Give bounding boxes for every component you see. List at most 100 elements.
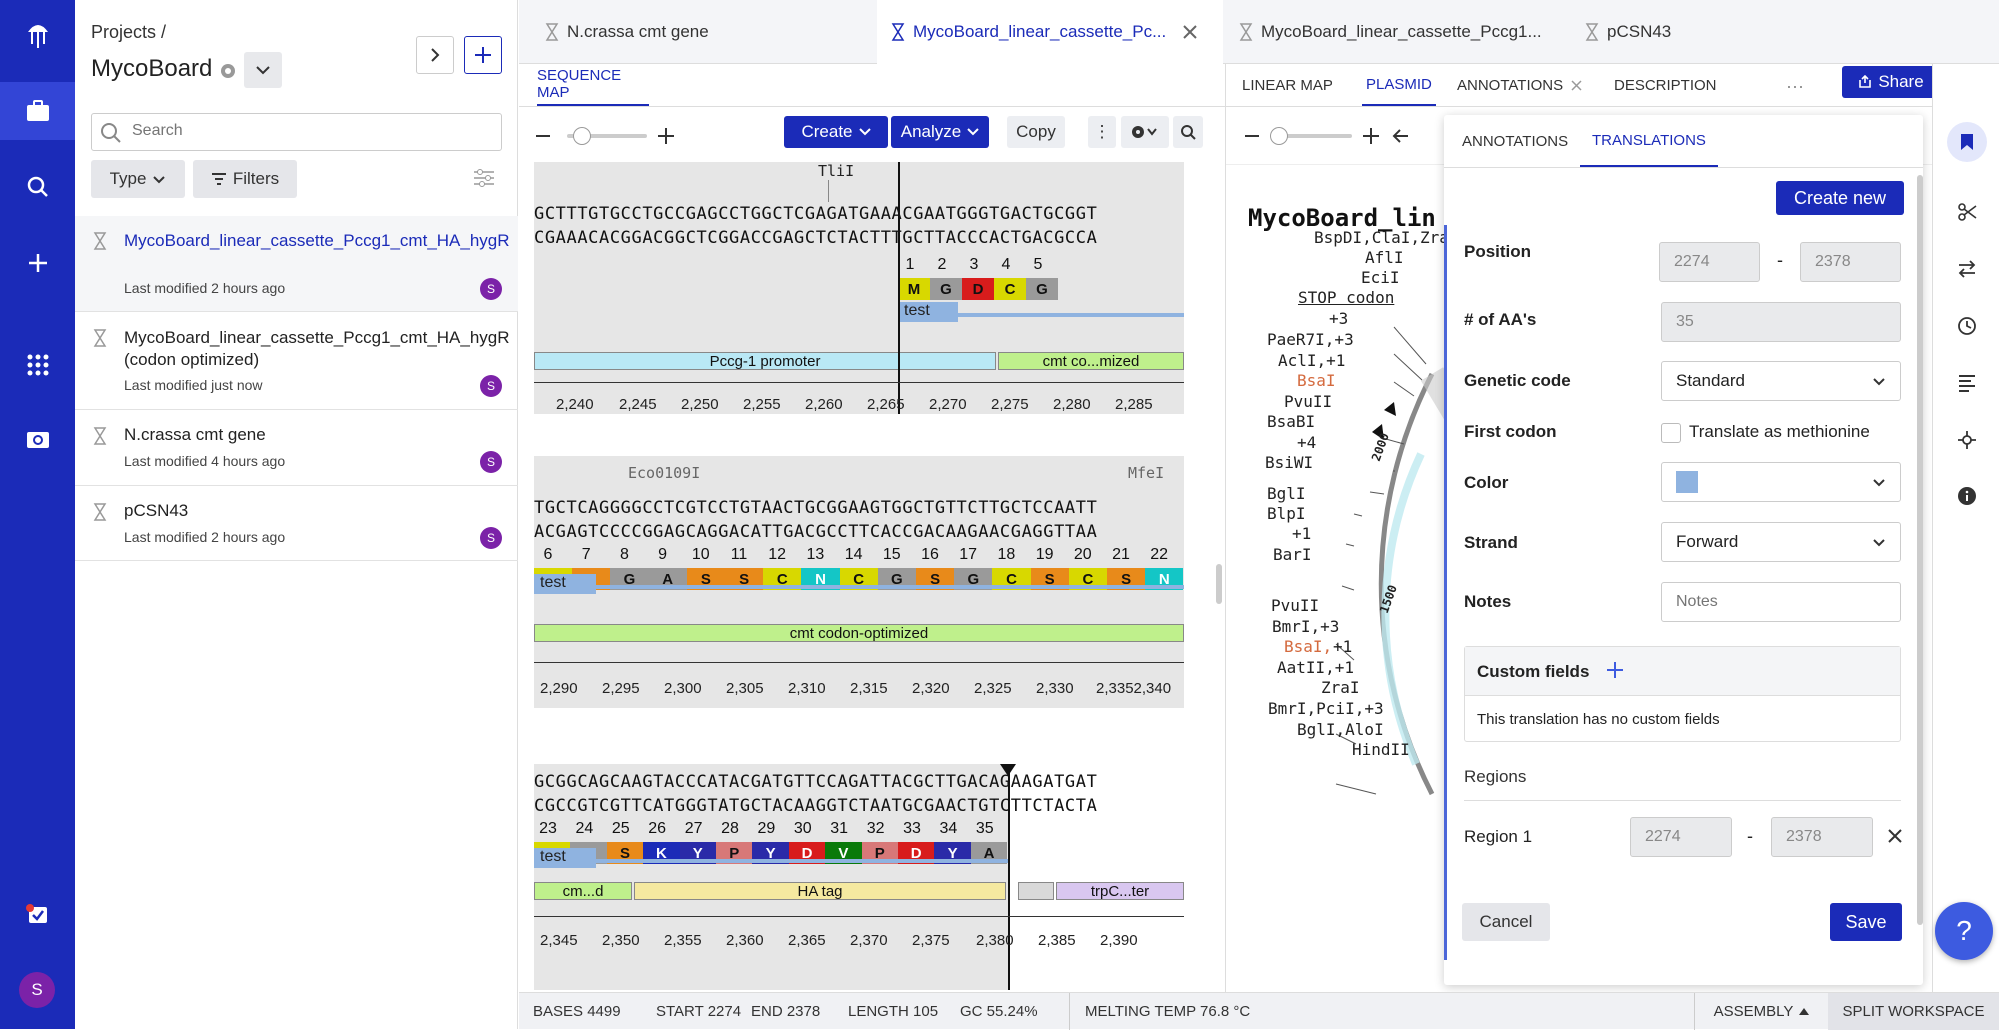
add-custom-field-icon[interactable] (1606, 661, 1624, 679)
plasmid-feature-label[interactable]: BsiWI (1265, 453, 1313, 472)
more-horizontal-icon[interactable]: ··· (1786, 76, 1804, 97)
amino-acid[interactable]: C (994, 278, 1026, 300)
tab-pcsn43[interactable]: pCSN43 (1569, 0, 1729, 64)
search-icon[interactable] (0, 158, 75, 216)
new-file-button[interactable] (464, 36, 502, 74)
tab-annotations[interactable]: ANNOTATIONS (1457, 64, 1582, 106)
tab-mycoboard-active[interactable]: MycoBoard_linear_cassette_Pc... (877, 0, 1223, 64)
copy-button[interactable]: Copy (1007, 116, 1065, 148)
more-vertical-icon[interactable]: ⋮ (1088, 116, 1116, 148)
plasmid-feature-label[interactable]: BmrI,PciI,+3 (1268, 699, 1384, 718)
tab-ncrassa[interactable]: N.crassa cmt gene (519, 0, 877, 64)
analyze-button[interactable]: Analyze (891, 116, 989, 148)
tab-translations[interactable]: TRANSLATIONS (1580, 115, 1718, 167)
arrow-left-icon[interactable] (1392, 128, 1410, 149)
type-filter-button[interactable]: Type (91, 160, 185, 198)
enzyme-label[interactable]: Eco0109I (628, 464, 700, 482)
file-list-item[interactable]: MycoBoard_linear_cassette_Pccg1_cmt_HA_h… (75, 216, 518, 312)
tab-linear-map[interactable]: LINEAR MAP (1242, 64, 1333, 106)
sort-settings-icon[interactable] (473, 168, 495, 193)
crosshair-icon[interactable] (1957, 430, 1977, 455)
tab-description[interactable]: DESCRIPTION (1614, 64, 1717, 106)
swap-icon[interactable] (1957, 260, 1977, 283)
feature-terminator[interactable]: trpC...ter (1056, 882, 1184, 900)
position-end-input[interactable]: 2378 (1800, 242, 1901, 282)
feature-ha-tag[interactable]: HA tag (634, 882, 1006, 900)
plasmid-feature-label[interactable]: +1 (1292, 524, 1311, 543)
translation-label[interactable]: test (898, 302, 958, 322)
settings-dropdown-icon[interactable] (1121, 116, 1169, 148)
find-icon[interactable] (1173, 116, 1203, 148)
tab-sequence-map[interactable]: SEQUENCE MAP (537, 64, 649, 106)
share-button[interactable]: Share (1842, 66, 1940, 98)
feature-cds[interactable]: cmt codon-optimized (534, 624, 1184, 642)
enzyme-label[interactable]: TliI (818, 162, 854, 180)
close-icon[interactable] (1182, 24, 1198, 40)
plasmid-feature-label[interactable]: PvuII (1284, 392, 1332, 411)
zoom-out-icon[interactable] (535, 128, 551, 149)
plasmid-feature-label[interactable]: BsaI (1297, 371, 1336, 390)
file-list-item[interactable]: MycoBoard_linear_cassette_Pccg1_cmt_HA_h… (75, 313, 518, 410)
remove-region-icon[interactable] (1887, 828, 1903, 844)
plasmid-feature-label[interactable]: +1 (1333, 637, 1352, 656)
zoom-slider[interactable] (1270, 127, 1352, 145)
translate-methionine-checkbox[interactable] (1661, 423, 1681, 443)
zoom-slider[interactable] (567, 127, 647, 145)
amino-acid[interactable]: G (930, 278, 962, 300)
history-icon[interactable] (1957, 316, 1977, 341)
zoom-out-icon[interactable] (1244, 128, 1260, 149)
plasmid-feature-label[interactable]: HindII (1352, 740, 1410, 759)
feature-promoter[interactable]: Pccg-1 promoter (534, 352, 996, 370)
plasmid-feature-label[interactable]: STOP codon (1298, 288, 1394, 307)
filters-button[interactable]: Filters (193, 160, 297, 198)
text-lines-icon[interactable] (1957, 374, 1977, 397)
file-list-item[interactable]: pCSN43 Last modified 2 hours ago S (75, 487, 518, 561)
file-list-item[interactable]: N.crassa cmt gene Last modified 4 hours … (75, 411, 518, 486)
apps-grid-icon[interactable] (0, 336, 75, 394)
bookmark-icon[interactable] (1947, 122, 1987, 162)
region-start-input[interactable]: 2274 (1630, 817, 1732, 857)
help-button[interactable]: ? (1935, 902, 1993, 960)
plasmid-feature-label[interactable]: PvuII (1271, 596, 1319, 615)
sequence-block-2[interactable]: Eco0109I MfeI TGCTCAGGGGCCTCGTCCTGTAACTG… (534, 456, 1184, 708)
zoom-in-icon[interactable] (1362, 127, 1380, 150)
amino-acid[interactable]: D (962, 278, 994, 300)
position-start-input[interactable]: 2274 (1659, 242, 1760, 282)
user-avatar[interactable]: S (19, 972, 55, 1008)
amino-acid[interactable]: M (898, 278, 930, 300)
notes-input[interactable] (1661, 582, 1901, 622)
plasmid-feature-label[interactable]: AflI (1365, 248, 1404, 267)
assembly-button[interactable]: ASSEMBLY (1695, 1003, 1828, 1020)
sequence-top-strand[interactable]: TGCTCAGGGGCCTCGTCCTGTAACTGCGGAAGTGGCTGTT… (534, 498, 1097, 518)
zoom-in-icon[interactable] (657, 127, 675, 150)
sequence-bottom-strand[interactable]: CGAAACACGGACGGCTCGGACCGAGCTCTACTTTGCTTAC… (534, 228, 1097, 248)
translation-label[interactable]: test (534, 574, 596, 594)
plasmid-feature-label[interactable]: BsaI, (1284, 637, 1332, 656)
project-dropdown-button[interactable] (244, 52, 282, 88)
sequence-top-strand[interactable]: GCGGCAGCAAGTACCCATACGATGTTCCAGATTACGCTTG… (534, 772, 1097, 792)
feature-cds[interactable]: cm...d (534, 882, 632, 900)
tab-annotations[interactable]: ANNOTATIONS (1462, 115, 1568, 167)
plasmid-feature-label[interactable]: BlpI (1267, 504, 1306, 523)
split-workspace-button[interactable]: SPLIT WORKSPACE (1828, 993, 1999, 1030)
tasks-icon[interactable] (0, 886, 75, 944)
search-input[interactable] (132, 122, 492, 140)
plasmid-feature-label[interactable]: BspDI,ClaI,Zra (1314, 228, 1449, 247)
plasmid-feature-label[interactable]: PaeR7I,+3 (1267, 330, 1354, 349)
sequence-block-3[interactable]: GCGGCAGCAAGTACCCATACGATGTTCCAGATTACGCTTG… (534, 764, 1184, 990)
plasmid-feature-label[interactable]: BarI (1273, 545, 1312, 564)
enzyme-label[interactable]: MfeI (1128, 464, 1164, 482)
genetic-code-select[interactable]: Standard (1661, 361, 1901, 401)
expand-button[interactable] (416, 36, 454, 74)
feature-gap[interactable] (1018, 882, 1054, 900)
gear-icon[interactable] (217, 60, 239, 87)
plasmid-feature-label[interactable]: EciI (1361, 268, 1400, 287)
strand-select[interactable]: Forward (1661, 522, 1901, 562)
plasmid-feature-label[interactable]: ZraI (1321, 678, 1360, 697)
save-button[interactable]: Save (1830, 903, 1902, 941)
translate-methionine-label[interactable]: Translate as methionine (1689, 422, 1870, 442)
color-select[interactable] (1661, 462, 1901, 502)
create-new-button[interactable]: Create new (1776, 181, 1904, 215)
tab-mycoboard-2[interactable]: MycoBoard_linear_cassette_Pccg1... (1223, 0, 1569, 64)
search-box[interactable] (91, 113, 502, 151)
